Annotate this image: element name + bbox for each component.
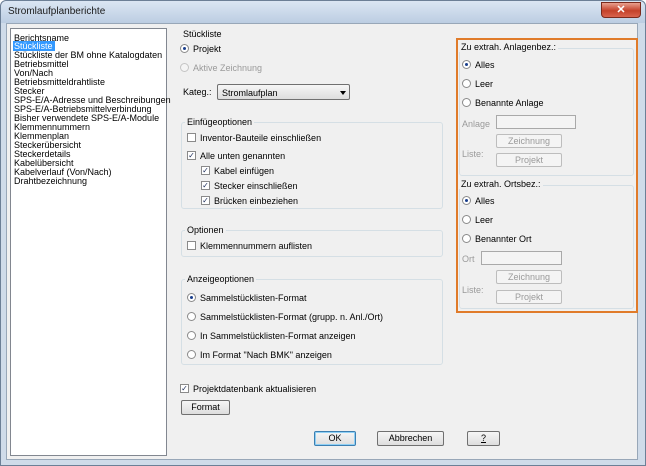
radio-ort-alles-label: Alles [475, 196, 495, 206]
ort-zeichnung-button[interactable]: Zeichnung [496, 270, 562, 284]
title-bar: Stromlaufplanberichte ✕ [1, 1, 645, 23]
radio-benannter-ort-label: Benannter Ort [475, 234, 532, 244]
report-list[interactable]: Berichtsname Stückliste Stückliste der B… [10, 28, 171, 456]
radio-sammel-gruppiert[interactable] [187, 312, 196, 321]
help-button[interactable]: ? [467, 431, 500, 446]
list-item[interactable]: Drahtbezeichnung [13, 176, 89, 186]
radio-anlage-alles[interactable] [462, 60, 471, 69]
radio-aktive-zeichnung[interactable] [180, 63, 189, 72]
radio-aktive-zeichnung-label: Aktive Zeichnung [193, 63, 263, 73]
checkbox-bruecken[interactable]: ✓ [201, 196, 210, 205]
radio-ort-leer-label: Leer [475, 215, 494, 225]
window-title: Stromlaufplanberichte [8, 6, 106, 17]
format-button[interactable]: Format [181, 400, 230, 415]
anlage-field-label: Anlage [462, 119, 491, 129]
radio-ort-leer[interactable] [462, 215, 471, 224]
checkbox-alle-unten[interactable]: ✓ [187, 151, 196, 160]
checkbox-inventor[interactable] [187, 133, 196, 142]
radio-sammel-label: Sammelstücklisten-Format [200, 293, 307, 303]
check-icon: ✓ [202, 166, 209, 175]
radio-anlage-leer[interactable] [462, 79, 471, 88]
anlage-input[interactable] [496, 115, 576, 129]
checkbox-alle-unten-label: Alle unten genannten [200, 151, 286, 161]
ort-input[interactable] [481, 251, 562, 265]
checkbox-kabel[interactable]: ✓ [201, 166, 210, 175]
checkbox-stecker[interactable]: ✓ [201, 181, 210, 190]
anlage-liste-label: Liste: [462, 149, 484, 159]
section-title-stueckliste: Stückliste [183, 29, 222, 39]
close-icon: ✕ [616, 4, 626, 16]
radio-benannte-anlage-label: Benannte Anlage [475, 98, 544, 108]
radio-in-sammel-label: In Sammelstücklisten-Format anzeigen [200, 331, 356, 341]
ort-liste-label: Liste: [462, 285, 484, 295]
group-title-ortsbez: Zu extrah. Ortsbez.: [459, 179, 543, 189]
check-icon: ✓ [181, 384, 188, 393]
group-title-anlagenbez: Zu extrah. Anlagenbez.: [459, 42, 559, 52]
chevron-down-icon [340, 91, 346, 95]
radio-nach-bmk-label: Im Format "Nach BMK" anzeigen [200, 350, 332, 360]
anlage-zeichnung-button[interactable]: Zeichnung [496, 134, 562, 148]
checkbox-klemmennummern-label: Klemmennummern auflisten [200, 241, 313, 251]
radio-ort-alles[interactable] [462, 196, 471, 205]
group-title-anzeigeoptionen: Anzeigeoptionen [185, 274, 257, 284]
radio-sammel-gruppiert-label: Sammelstücklisten-Format (grupp. n. Anl.… [200, 312, 384, 322]
ort-projekt-button[interactable]: Projekt [496, 290, 562, 304]
abbrechen-button[interactable]: Abbrechen [377, 431, 444, 446]
kateg-label: Kateg.: [183, 87, 212, 97]
ok-button[interactable]: OK [314, 431, 356, 446]
radio-projekt-label: Projekt [193, 44, 222, 54]
radio-nach-bmk[interactable] [187, 350, 196, 359]
group-title-optionen: Optionen [185, 225, 226, 235]
checkbox-inventor-label: Inventor-Bauteile einschließen [200, 133, 322, 143]
checkbox-stecker-label: Stecker einschließen [214, 181, 298, 191]
checkbox-projektdatenbank-label: Projektdatenbank aktualisieren [193, 384, 317, 394]
anlage-projekt-button[interactable]: Projekt [496, 153, 562, 167]
check-icon: ✓ [202, 196, 209, 205]
group-title-einfuegeoptionen: Einfügeoptionen [185, 117, 255, 127]
checkbox-kabel-label: Kabel einfügen [214, 166, 275, 176]
radio-in-sammel[interactable] [187, 331, 196, 340]
radio-anlage-alles-label: Alles [475, 60, 495, 70]
radio-projekt[interactable] [180, 44, 189, 53]
kateg-value: Stromlaufplan [222, 88, 278, 98]
radio-benannte-anlage[interactable] [462, 98, 471, 107]
checkbox-bruecken-label: Brücken einbeziehen [214, 196, 299, 206]
radio-sammel[interactable] [187, 293, 196, 302]
ort-field-label: Ort [462, 254, 475, 264]
radio-benannter-ort[interactable] [462, 234, 471, 243]
kateg-dropdown[interactable]: Stromlaufplan [217, 84, 350, 100]
close-button[interactable]: ✕ [601, 2, 641, 18]
checkbox-klemmennummern[interactable] [187, 241, 196, 250]
checkbox-projektdatenbank[interactable]: ✓ [180, 384, 189, 393]
check-icon: ✓ [202, 181, 209, 190]
check-icon: ✓ [188, 151, 195, 160]
radio-anlage-leer-label: Leer [475, 79, 494, 89]
